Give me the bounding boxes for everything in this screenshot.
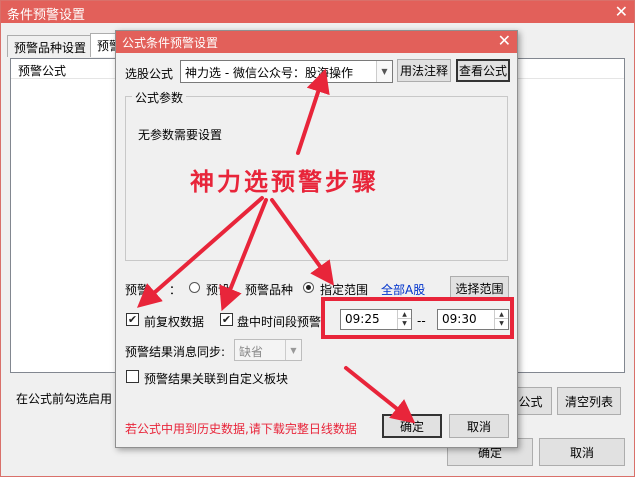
outer-title: 条件预警设置 bbox=[7, 8, 86, 23]
tab-variety-settings[interactable]: 预警品种设置 bbox=[7, 35, 94, 57]
intraday-checkbox[interactable]: ✔ bbox=[220, 313, 233, 326]
view-formula-button[interactable]: 查看公式 bbox=[456, 59, 510, 82]
clear-list-button[interactable]: 清空列表 bbox=[557, 387, 621, 415]
outer-cancel-button[interactable]: 取消 bbox=[539, 438, 625, 466]
chevron-down-icon[interactable]: ▼ bbox=[376, 61, 392, 82]
usage-notes-button[interactable]: 用法注释 bbox=[397, 59, 451, 82]
outer-title-bar: 条件预警设置 ✕ bbox=[1, 1, 634, 23]
close-icon[interactable]: ✕ bbox=[615, 2, 628, 21]
formula-warning-dialog: 公式条件预警设置 ✕ 选股公式 神力选 - 微信公众号：股海操作 ▼ 用法注释 … bbox=[115, 30, 518, 448]
rehab-data-checkbox[interactable]: ✔ bbox=[126, 313, 139, 326]
dialog-close-icon[interactable]: ✕ bbox=[498, 31, 511, 50]
dialog-title-bar: 公式条件预警设置 ✕ bbox=[116, 31, 517, 53]
time-range-highlight-box bbox=[321, 297, 514, 339]
radio-preset-label: 预设 预警品种 bbox=[206, 283, 294, 297]
enable-hint: 在公式前勾选启用 bbox=[16, 392, 113, 406]
link-block-label: 预警结果关联到自定义板块 bbox=[144, 372, 289, 386]
params-group-title: 公式参数 bbox=[132, 89, 187, 106]
intraday-label: 盘中时间段预警 bbox=[237, 315, 322, 329]
chevron-down-icon: ▼ bbox=[285, 340, 301, 360]
sync-label: 预警结果消息同步: bbox=[125, 345, 226, 359]
link-block-checkbox[interactable] bbox=[126, 370, 139, 383]
dialog-ok-button[interactable]: 确定 bbox=[382, 414, 442, 438]
history-data-warning: 若公式中用到历史数据,请下载完整日线数据 bbox=[125, 422, 357, 436]
rehab-data-label: 前复权数据 bbox=[144, 315, 205, 329]
select-formula-label: 选股公式 bbox=[125, 67, 174, 81]
all-a-shares-link[interactable]: 全部A股 bbox=[381, 281, 425, 298]
radio-specified-label: 指定范围 bbox=[320, 283, 369, 297]
formula-combo-value: 神力选 - 微信公众号：股海操作 bbox=[185, 66, 353, 80]
formula-combo[interactable]: 神力选 - 微信公众号：股海操作 ▼ bbox=[180, 60, 393, 83]
sync-select: 缺省 ▼ bbox=[234, 339, 302, 361]
no-params-text: 无参数需要设置 bbox=[138, 128, 223, 142]
annotation-text: 神力选预警步骤 bbox=[190, 168, 379, 196]
radio-specified-range[interactable] bbox=[303, 282, 314, 293]
dialog-cancel-button[interactable]: 取消 bbox=[449, 414, 509, 438]
range-label: 预警： bbox=[125, 283, 182, 297]
sync-select-value: 缺省 bbox=[239, 345, 264, 359]
radio-preset[interactable] bbox=[189, 282, 200, 293]
dialog-title: 公式条件预警设置 bbox=[122, 36, 219, 50]
